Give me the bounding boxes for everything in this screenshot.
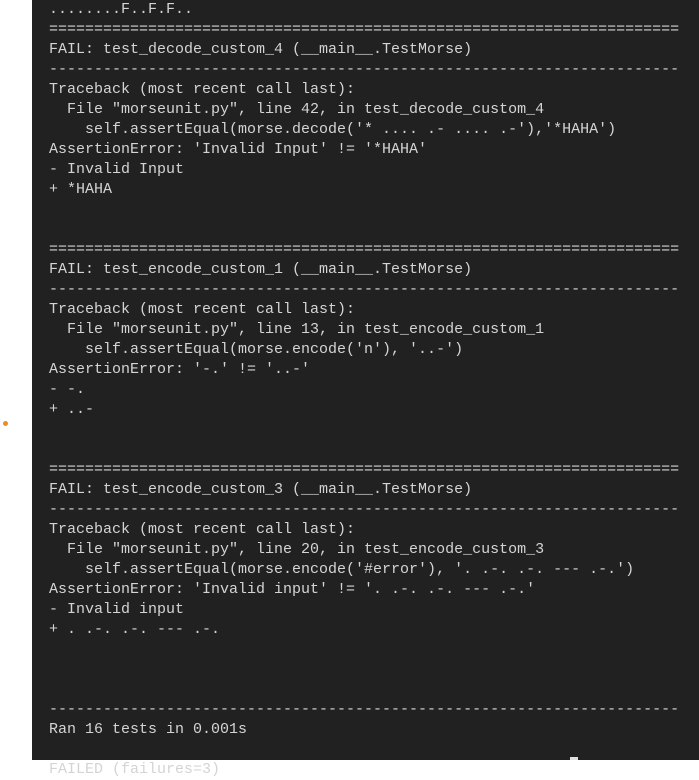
output-line: - -. <box>49 381 86 398</box>
output-line: self.assertEqual(morse.encode('#error'),… <box>49 561 635 578</box>
output-line: File "morseunit.py", line 42, in test_de… <box>49 101 545 118</box>
output-line: ----------------------------------------… <box>49 281 680 298</box>
output-line: File "morseunit.py", line 13, in test_en… <box>49 321 545 338</box>
output-line: + ..- <box>49 401 95 418</box>
output-line: + *HAHA <box>49 181 113 198</box>
output-line: Traceback (most recent call last): <box>49 521 356 538</box>
output-line: FAILED (failures=3) <box>49 761 221 778</box>
output-line: AssertionError: '-.' != '..-' <box>49 361 311 378</box>
output-line: Traceback (most recent call last): <box>49 81 356 98</box>
output-line: Ran 16 tests in 0.001s <box>49 721 248 738</box>
output-line: FAIL: test_decode_custom_4 (__main__.Tes… <box>49 41 473 58</box>
output-line: AssertionError: 'Invalid input' != '. .-… <box>49 581 536 598</box>
output-line: Traceback (most recent call last): <box>49 301 356 318</box>
test-output-text: ........F..F.F.. ========================… <box>49 0 679 780</box>
output-line: self.assertEqual(morse.encode('n'), '..-… <box>49 341 464 358</box>
output-line: ========================================… <box>49 241 680 258</box>
output-line: ----------------------------------------… <box>49 61 680 78</box>
output-line: + . .-. .-. --- .-. <box>49 621 221 638</box>
output-line: FAIL: test_encode_custom_3 (__main__.Tes… <box>49 481 473 498</box>
cell-output-panel: ........F..F.F.. ========================… <box>32 0 699 778</box>
output-line: AssertionError: 'Invalid Input' != '*HAH… <box>49 141 428 158</box>
output-line: FAIL: test_encode_custom_1 (__main__.Tes… <box>49 261 473 278</box>
output-line: ========================================… <box>49 461 680 478</box>
output-line: - Invalid input <box>49 601 185 618</box>
output-line: File "morseunit.py", line 20, in test_en… <box>49 541 545 558</box>
output-line: ========================================… <box>49 21 680 38</box>
output-line: ----------------------------------------… <box>49 501 680 518</box>
output-line: ----------------------------------------… <box>49 701 680 718</box>
cell-status-dot-icon <box>3 421 8 426</box>
output-line: - Invalid Input <box>49 161 185 178</box>
output-line: ........F..F.F.. <box>49 1 194 18</box>
output-line: self.assertEqual(morse.decode('* .... .-… <box>49 121 617 138</box>
